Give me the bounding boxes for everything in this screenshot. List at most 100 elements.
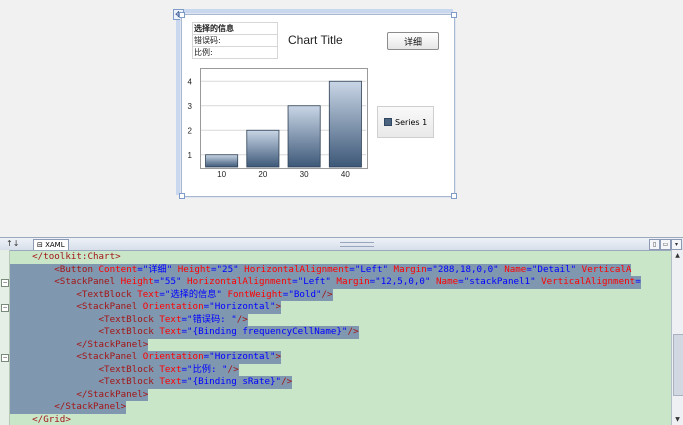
horizontal-split-icon[interactable]: ▭	[660, 239, 671, 250]
code-token: Orientation	[143, 351, 204, 362]
code-token: ="详细"	[137, 264, 178, 275]
y-tick-label: 4	[188, 77, 193, 86]
code-token: ="Bold"	[283, 289, 322, 300]
code-token: ="25"	[211, 264, 244, 275]
code-token: <StackPanel	[10, 276, 121, 287]
code-token: ="{Binding frequencyCellName}"	[182, 326, 348, 337]
code-token: Text	[159, 364, 181, 375]
code-token: ="Horizontal"	[204, 351, 276, 362]
code-token: <StackPanel	[10, 301, 143, 312]
collapse-pane-icon[interactable]: ▾	[671, 239, 682, 250]
vertical-scrollbar[interactable]: ▲ ▼	[671, 250, 683, 425]
code-token: />	[228, 364, 239, 375]
bar-10[interactable]	[206, 155, 238, 167]
x-tick-label: 30	[300, 170, 309, 179]
code-token: ="错误码: "	[182, 314, 237, 325]
code-line[interactable]: <StackPanel Height="55" HorizontalAlignm…	[10, 276, 641, 289]
swap-panes-icon[interactable]: ↑↓	[6, 239, 19, 248]
code-token: <TextBlock	[10, 314, 159, 325]
code-token: ="Detail"	[526, 264, 581, 275]
bar-40[interactable]	[329, 81, 361, 167]
splitter-grip-icon[interactable]	[340, 242, 374, 247]
code-token: <TextBlock	[10, 326, 159, 337]
code-line[interactable]: <StackPanel Orientation="Horizontal">	[10, 301, 281, 314]
y-tick-label: 3	[188, 102, 193, 111]
code-token: <TextBlock	[10, 364, 159, 375]
code-line[interactable]: <Button Content="详细" Height="25" Horizon…	[10, 264, 631, 277]
bar-20[interactable]	[247, 130, 279, 167]
code-line[interactable]: </StackPanel>	[10, 401, 126, 414]
code-token: VerticalA	[582, 264, 632, 275]
code-token: Name	[436, 276, 458, 287]
code-token: Text	[137, 289, 159, 300]
code-token: ="{Binding sRate}"	[182, 376, 282, 387]
code-token: >	[276, 351, 282, 362]
code-token: ="stackPanel1"	[458, 276, 541, 287]
code-token: ="Left"	[349, 264, 393, 275]
bar-30[interactable]	[288, 106, 320, 167]
x-tick-label: 10	[217, 170, 226, 179]
code-token: </StackPanel>	[10, 339, 148, 350]
code-line[interactable]: </StackPanel>	[10, 389, 148, 402]
code-token: Content	[99, 264, 138, 275]
code-token: </StackPanel>	[10, 401, 126, 412]
artboard[interactable]: 选择的信息 错误码: 比例: Chart Title 详细 1234102030…	[181, 14, 455, 197]
code-token: ="选择的信息"	[159, 289, 227, 300]
fold-toggle-icon[interactable]: −	[1, 304, 9, 312]
code-token: />	[347, 326, 358, 337]
code-token: ="12,5,0,0"	[370, 276, 436, 287]
code-token: HorizontalAlignment	[187, 276, 292, 287]
code-token: Height	[178, 264, 211, 275]
tab-xaml[interactable]: ⊟ XAML	[33, 239, 69, 250]
code-line[interactable]: </StackPanel>	[10, 339, 148, 352]
code-token: </toolkit:Chart>	[10, 251, 121, 262]
code-line[interactable]: <StackPanel Orientation="Horizontal">	[10, 351, 281, 364]
scroll-down-icon[interactable]: ▼	[673, 415, 682, 424]
code-token: Text	[159, 314, 181, 325]
code-token: <Button	[10, 264, 99, 275]
fold-toggle-icon[interactable]: −	[1, 354, 9, 362]
code-token: ="288,18,0,0"	[427, 264, 504, 275]
vertical-split-icon[interactable]: ▯	[649, 239, 660, 250]
code-token: >	[276, 301, 282, 312]
code-token: </StackPanel>	[10, 389, 148, 400]
editor-gutter: − − −	[0, 250, 10, 425]
code-token: Margin	[394, 264, 427, 275]
code-line[interactable]: </toolkit:Chart>	[10, 251, 121, 264]
legend-swatch	[384, 118, 392, 126]
code-token: Name	[504, 264, 526, 275]
code-token: Orientation	[143, 301, 204, 312]
code-token: Height	[121, 276, 154, 287]
code-token: />	[322, 289, 333, 300]
code-token: ="比例: "	[182, 364, 228, 375]
xaml-editor[interactable]: ↑↓ ⊟ XAML ▯ ▭ ▾ − − − </toolkit:Chart> <Bu…	[0, 237, 683, 425]
code-token: HorizontalAlignment	[244, 264, 349, 275]
legend-label: Series 1	[395, 118, 427, 127]
scroll-thumb[interactable]	[673, 334, 683, 396]
chart-legend: Series 1	[377, 106, 434, 138]
code-token: FontWeight	[227, 289, 282, 300]
code-token: />	[237, 314, 248, 325]
code-token: VerticalAlignment	[541, 276, 635, 287]
code-token: Text	[159, 326, 181, 337]
code-line[interactable]: <TextBlock Text="错误码: "/>	[10, 314, 248, 327]
fold-toggle-icon[interactable]: −	[1, 279, 9, 287]
code-line[interactable]: <TextBlock Text="{Binding frequencyCellN…	[10, 326, 359, 339]
code-line[interactable]: <TextBlock Text="选择的信息" FontWeight="Bold…	[10, 289, 333, 302]
code-line[interactable]: <TextBlock Text="比例: "/>	[10, 364, 239, 377]
code-token: <StackPanel	[10, 351, 143, 362]
code-line[interactable]: </Grid>	[10, 414, 71, 425]
code-token: ="Left"	[292, 276, 336, 287]
code-area[interactable]: </toolkit:Chart> <Button Content="详细" He…	[10, 250, 670, 425]
y-tick-label: 2	[188, 126, 193, 135]
code-token: ="55"	[154, 276, 187, 287]
scroll-up-icon[interactable]: ▲	[673, 251, 682, 260]
code-token: ="Horizontal"	[204, 301, 276, 312]
code-line[interactable]: <TextBlock Text="{Binding sRate}"/>	[10, 376, 292, 389]
code-token: Text	[159, 376, 181, 387]
code-token: Margin	[336, 276, 369, 287]
design-surface[interactable]: ✥ 选择的信息 错误码: 比例: Chart Title 详细 12341020…	[0, 0, 683, 237]
tab-xaml-label: XAML	[45, 241, 65, 249]
code-token: =	[635, 276, 641, 287]
code-token: <TextBlock	[10, 376, 159, 387]
